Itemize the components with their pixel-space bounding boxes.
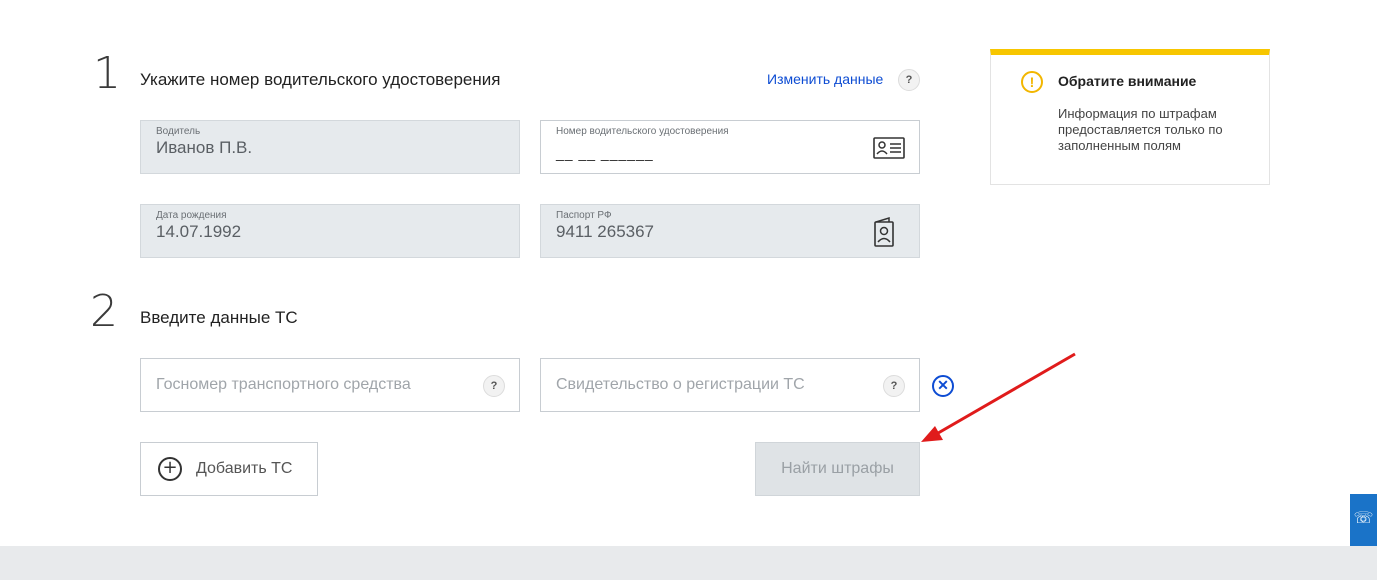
passport-value: 9411 265367 — [556, 222, 655, 241]
support-icon: ☏ — [1353, 510, 1374, 527]
change-data-link[interactable]: Изменить данные — [767, 71, 883, 87]
driver-value: Иванов П.В. — [156, 138, 253, 157]
step-1-title: Укажите номер водительского удостоверени… — [140, 70, 501, 89]
plus-circle-icon: + — [158, 457, 182, 481]
registration-certificate-placeholder: Свидетельство о регистрации ТС — [556, 376, 805, 393]
page: 1 Укажите номер водительского удостовере… — [0, 0, 1377, 580]
add-vehicle-button[interactable]: + Добавить ТС — [140, 442, 318, 496]
plate-number-placeholder: Госномер транспортного средства — [156, 376, 411, 393]
notice-text: Информация по штрафам предоставляется то… — [1058, 106, 1223, 153]
license-number-label: Номер водительского удостоверения — [556, 126, 729, 137]
warning-icon: ! — [1021, 71, 1043, 93]
registration-help-icon[interactable]: ? — [883, 375, 905, 397]
plate-help-icon[interactable]: ? — [483, 375, 505, 397]
license-number-value: __ __ ______ — [556, 145, 654, 161]
step-1-number: 1 — [93, 48, 121, 99]
plate-number-input[interactable]: Госномер транспортного средства ? — [140, 358, 520, 412]
step-2-number: 2 — [90, 286, 118, 337]
step-2-title: Введите данные ТС — [140, 308, 298, 327]
find-fines-button[interactable]: Найти штрафы — [755, 442, 920, 496]
notice-title: Обратите внимание — [1058, 73, 1197, 89]
notice-box: ! Обратите внимание Информация по штрафа… — [990, 49, 1270, 185]
driver-label: Водитель — [156, 126, 201, 137]
license-card-icon — [873, 137, 905, 164]
annotation-arrow-icon — [921, 352, 1076, 442]
license-number-field[interactable]: Номер водительского удостоверения __ __ … — [540, 120, 920, 174]
help-icon[interactable]: ? — [898, 69, 920, 91]
birth-date-field[interactable]: Дата рождения 14.07.1992 — [140, 204, 520, 258]
passport-label: Паспорт РФ — [556, 210, 612, 221]
birth-date-label: Дата рождения — [156, 210, 227, 221]
birth-date-value: 14.07.1992 — [156, 222, 242, 241]
driver-field[interactable]: Водитель Иванов П.В. — [140, 120, 520, 174]
registration-certificate-input[interactable]: Свидетельство о регистрации ТС ? — [540, 358, 920, 412]
support-widget-button[interactable]: ☏ — [1350, 494, 1377, 546]
footer-bar — [0, 546, 1377, 580]
passport-icon — [873, 216, 895, 253]
passport-field[interactable]: Паспорт РФ 9411 265367 — [540, 204, 920, 258]
add-vehicle-label: Добавить ТС — [196, 460, 293, 477]
